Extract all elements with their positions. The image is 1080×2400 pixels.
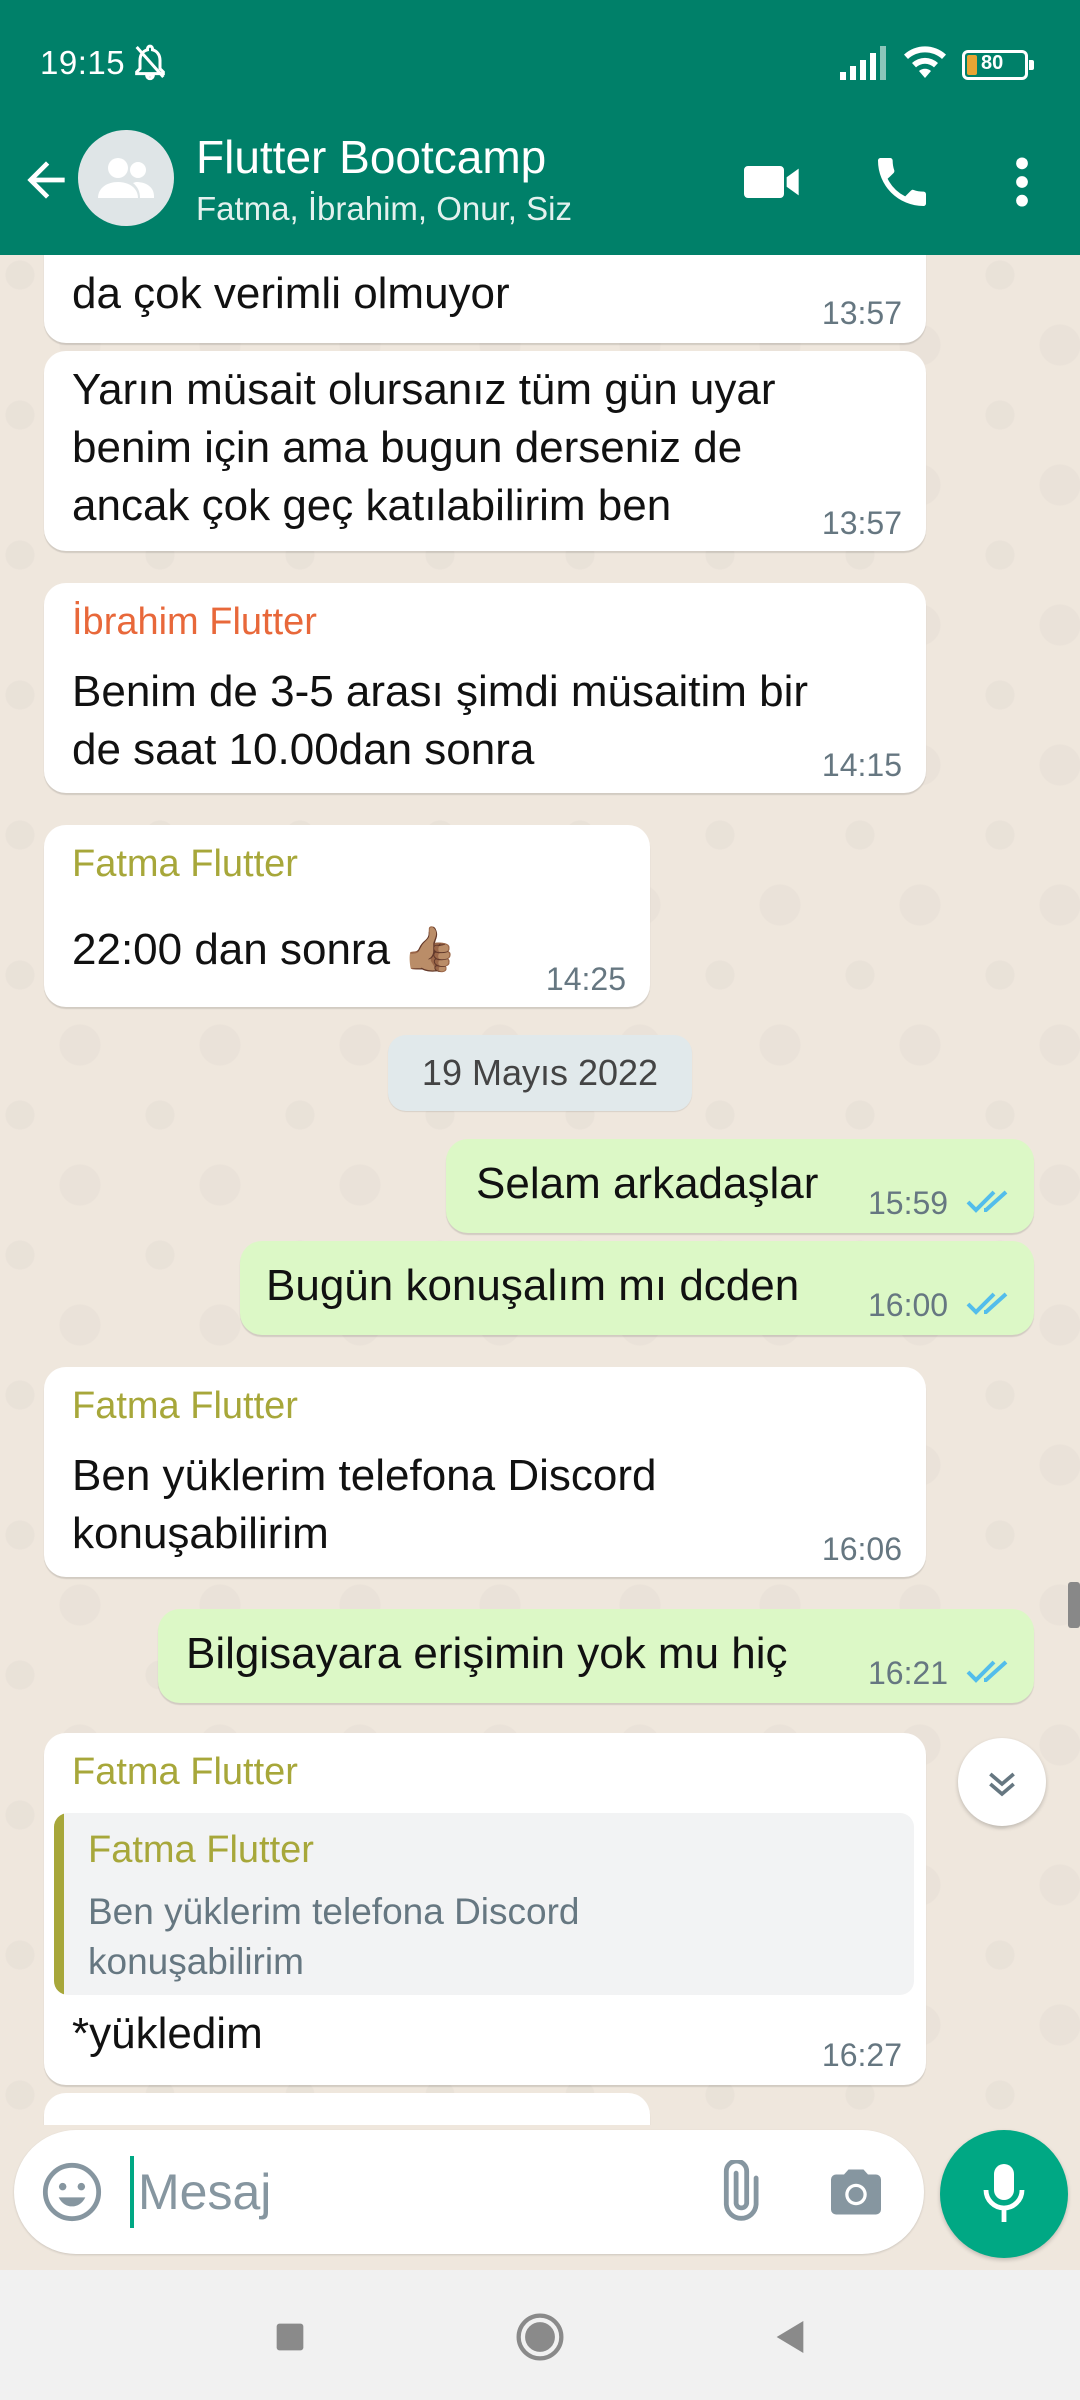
status-time: 19:15 [40,44,126,81]
message-bubble[interactable]: Yarın müsait olursanız tüm gün uyar beni… [44,351,926,551]
message-bubble[interactable]: da çok verimli olmuyor 13:57 [44,255,926,343]
message-time: 13:57 [821,505,902,541]
message-bubble[interactable]: Fatma Flutter Ben yüklerim telefona Disc… [44,1367,926,1577]
group-avatar[interactable] [78,130,174,226]
message-bubble-reply[interactable]: Fatma Flutter Fatma Flutter Ben yüklerim… [44,1733,926,2085]
message-time: 16:00 [868,1287,949,1323]
message-time: 16:27 [821,2037,902,2073]
message-text: Yarın müsait olursanız tüm gün uyar beni… [72,365,776,530]
message-text: Selam arkadaşlar [476,1159,819,1208]
read-ticks-icon [966,1292,1008,1315]
read-ticks-icon [966,1660,1008,1683]
message-text: Benim de 3-5 arası şimdi müsaitim bir de… [72,667,809,774]
message-time: 14:15 [821,747,902,783]
mic-icon [983,2164,1025,2222]
chevron-down-icon [989,1772,1015,1797]
recents-icon[interactable] [258,2305,322,2369]
message-text: da çok verimli olmuyor [72,269,510,318]
camera-icon[interactable] [826,2162,886,2222]
message-input-bar [14,2130,924,2254]
message-sender[interactable]: Fatma Flutter [72,1751,298,1794]
scrollbar-thumb[interactable] [1068,1582,1080,1628]
message-time: 15:59 [868,1185,949,1221]
message-text: Bugün konuşalım mı dcden [266,1261,800,1310]
chat-subtitle[interactable]: Fatma, İbrahim, Onur, Siz [196,190,572,228]
wifi-icon [904,46,946,78]
message-text: Ben yüklerim telefona Discord konuşabili… [72,1451,657,1558]
message-text: *yükledim [72,2009,263,2058]
back-arrow-icon[interactable] [18,152,74,208]
nav-back-icon[interactable] [758,2305,822,2369]
read-ticks-icon [966,1190,1008,1213]
message-bubble-outgoing[interactable]: Bugün konuşalım mı dcden 16:00 [240,1241,1034,1335]
message-bubble-outgoing[interactable]: Selam arkadaşlar 15:59 [446,1139,1034,1233]
date-separator: 19 Mayıs 2022 [388,1035,692,1111]
message-bubble-outgoing[interactable]: Bilgisayara erişimin yok mu hiç 16:21 [158,1609,1034,1703]
message-time: 16:21 [868,1655,949,1691]
quote-accent-bar [54,1813,64,1995]
signal-icon [840,46,886,80]
quoted-sender: Fatma Flutter [88,1829,314,1871]
message-sender[interactable]: Fatma Flutter [72,843,298,886]
top-bar: 19:15 80 Flutter Bootcamp Fatma, İbrahim… [0,0,1080,255]
message-bubble[interactable] [44,2093,650,2125]
video-call-icon[interactable] [740,150,804,214]
battery-level: 80 [981,52,1004,74]
chat-header[interactable]: Flutter Bootcamp Fatma, İbrahim, Onur, S… [0,130,1080,255]
battery-icon: 80 [962,50,1034,80]
message-bubble[interactable]: İbrahim Flutter Benim de 3-5 arası şimdi… [44,583,926,793]
chat-title[interactable]: Flutter Bootcamp [196,130,546,184]
quoted-text: Ben yüklerim telefona Discord konuşabili… [88,1891,580,1982]
attach-icon[interactable] [706,2160,770,2224]
text-cursor [130,2156,134,2228]
message-bubble[interactable]: Fatma Flutter 22:00 dan sonra 👍🏽 14:25 [44,825,650,1007]
message-sender[interactable]: Fatma Flutter [72,1385,298,1428]
chat-messages[interactable]: da çok verimli olmuyor 13:57 Yarın müsai… [0,255,1080,2125]
group-avatar-icon [98,158,154,198]
message-time: 14:25 [545,961,626,997]
message-time: 16:06 [821,1531,902,1567]
message-time: 13:57 [821,295,902,331]
bell-off-icon [135,44,165,81]
message-input[interactable] [138,2154,698,2230]
system-nav-bar [0,2270,1080,2400]
quoted-message[interactable]: Fatma Flutter Ben yüklerim telefona Disc… [54,1813,914,1995]
more-vert-icon[interactable] [990,150,1054,214]
voice-message-button[interactable] [940,2130,1068,2258]
home-icon[interactable] [508,2305,572,2369]
scroll-to-bottom-button[interactable] [958,1738,1046,1826]
message-sender[interactable]: İbrahim Flutter [72,601,317,644]
phone-icon[interactable] [870,150,934,214]
emoji-icon[interactable] [40,2160,104,2224]
status-bar: 19:15 80 [0,0,1080,130]
message-text: Bilgisayara erişimin yok mu hiç [186,1629,788,1678]
message-text: 22:00 dan sonra 👍🏽 [72,925,458,974]
